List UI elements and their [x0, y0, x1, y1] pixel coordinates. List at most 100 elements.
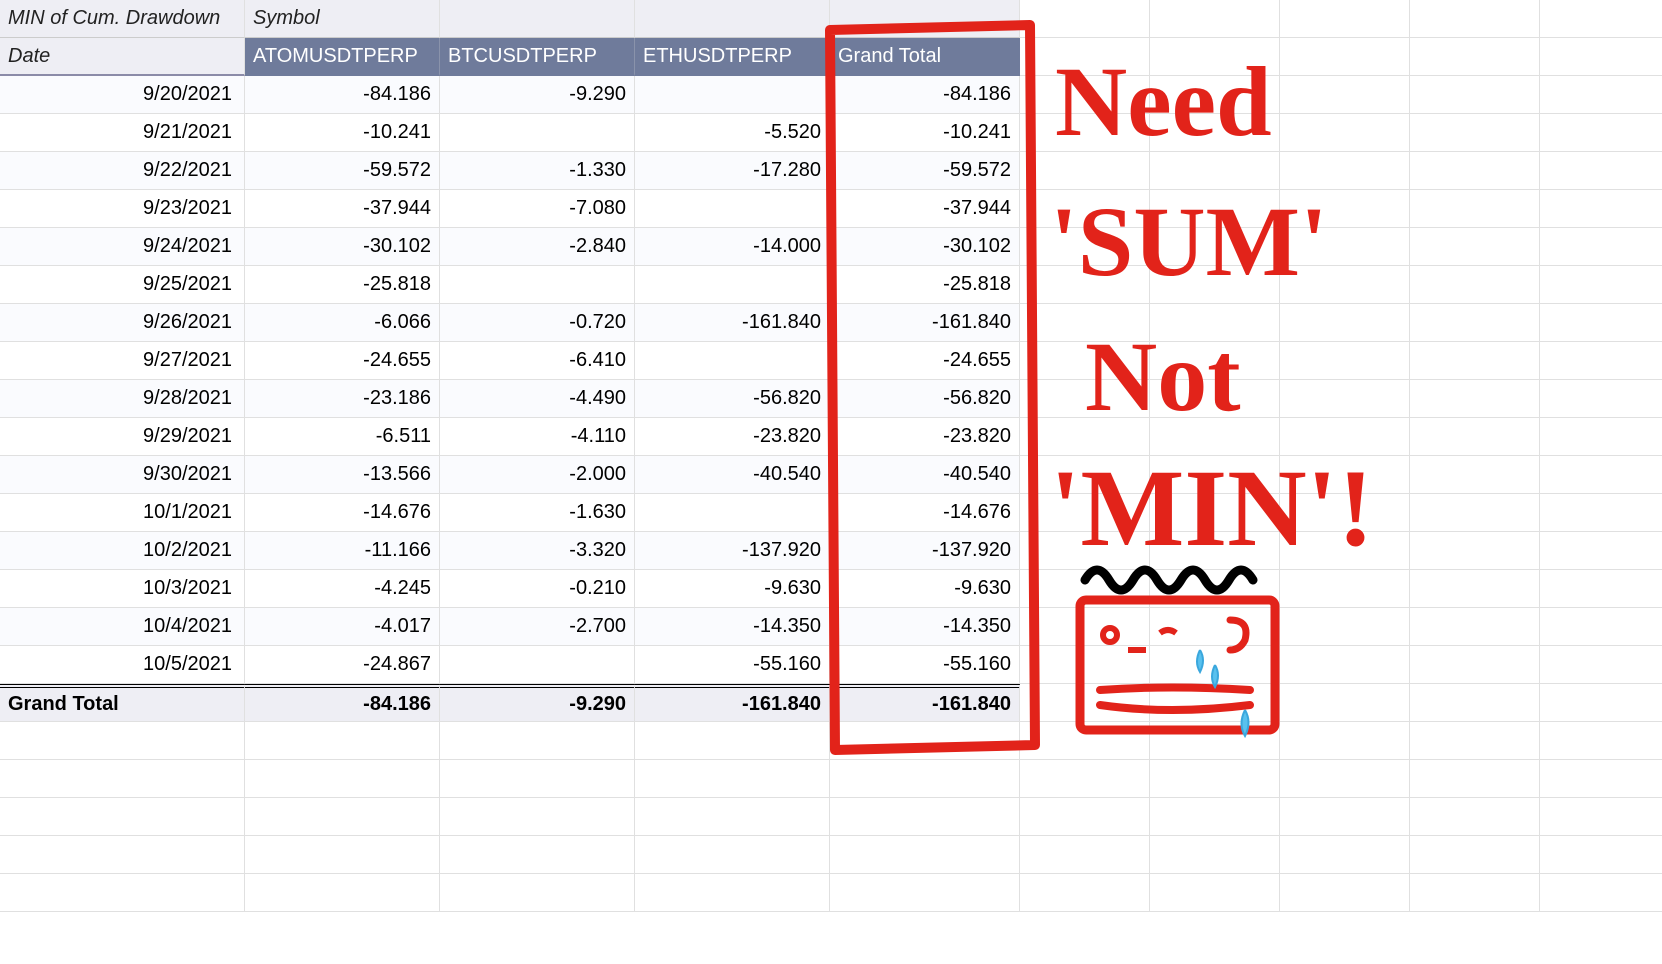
row1-blank[interactable] — [1150, 0, 1280, 38]
data-row-blank[interactable] — [1410, 76, 1540, 114]
empty-cell[interactable] — [245, 760, 440, 798]
data-row-blank[interactable] — [1150, 380, 1280, 418]
pivot-value-cell[interactable]: -55.160 — [830, 646, 1020, 684]
pivot-column-header[interactable]: BTCUSDTPERP — [440, 38, 635, 76]
data-row-blank[interactable] — [1280, 76, 1410, 114]
pivot-header-blank[interactable] — [440, 0, 635, 38]
empty-cell[interactable] — [1150, 760, 1280, 798]
pivot-value-cell[interactable]: -4.017 — [245, 608, 440, 646]
row1-blank[interactable] — [1410, 0, 1540, 38]
pivot-value-cell[interactable]: -30.102 — [830, 228, 1020, 266]
pivot-value-cell[interactable]: -4.110 — [440, 418, 635, 456]
pivot-value-cell[interactable]: -23.186 — [245, 380, 440, 418]
pivot-value-cell[interactable]: -2.840 — [440, 228, 635, 266]
pivot-value-cell[interactable]: -6.511 — [245, 418, 440, 456]
pivot-value-cell[interactable]: -59.572 — [245, 152, 440, 190]
pivot-row-date[interactable]: 10/3/2021 — [0, 570, 245, 608]
pivot-value-cell[interactable]: -23.820 — [830, 418, 1020, 456]
data-row-blank[interactable] — [1150, 342, 1280, 380]
data-row-blank[interactable] — [1020, 494, 1150, 532]
gt-row-blank[interactable] — [1540, 684, 1662, 722]
data-row-blank[interactable] — [1020, 152, 1150, 190]
data-row-blank[interactable] — [1280, 266, 1410, 304]
empty-cell[interactable] — [440, 836, 635, 874]
pivot-row-date[interactable]: 9/29/2021 — [0, 418, 245, 456]
pivot-value-cell[interactable]: -10.241 — [830, 114, 1020, 152]
pivot-value-cell[interactable]: -6.410 — [440, 342, 635, 380]
pivot-value-cell[interactable]: -24.655 — [830, 342, 1020, 380]
empty-cell[interactable] — [1540, 798, 1662, 836]
data-row-blank[interactable] — [1410, 570, 1540, 608]
empty-cell[interactable] — [1020, 722, 1150, 760]
empty-cell[interactable] — [830, 722, 1020, 760]
data-row-blank[interactable] — [1150, 646, 1280, 684]
pivot-value-cell[interactable]: -4.490 — [440, 380, 635, 418]
data-row-blank[interactable] — [1410, 304, 1540, 342]
pivot-value-cell[interactable]: -14.676 — [245, 494, 440, 532]
pivot-value-cell[interactable]: -9.630 — [830, 570, 1020, 608]
pivot-value-cell[interactable]: -1.330 — [440, 152, 635, 190]
data-row-blank[interactable] — [1540, 190, 1662, 228]
data-row-blank[interactable] — [1280, 228, 1410, 266]
pivot-row-date[interactable]: 10/2/2021 — [0, 532, 245, 570]
pivot-grand-total-value[interactable]: -161.840 — [830, 684, 1020, 722]
pivot-grand-total-value[interactable]: -9.290 — [440, 684, 635, 722]
data-row-blank[interactable] — [1280, 456, 1410, 494]
empty-cell[interactable] — [635, 798, 830, 836]
pivot-row-date[interactable]: 10/5/2021 — [0, 646, 245, 684]
empty-cell[interactable] — [1280, 760, 1410, 798]
data-row-blank[interactable] — [1020, 646, 1150, 684]
data-row-blank[interactable] — [1410, 532, 1540, 570]
pivot-row-date[interactable]: 9/27/2021 — [0, 342, 245, 380]
empty-cell[interactable] — [440, 874, 635, 912]
row1-blank[interactable] — [1540, 0, 1662, 38]
pivot-value-cell[interactable]: -137.920 — [830, 532, 1020, 570]
empty-cell[interactable] — [1150, 836, 1280, 874]
pivot-header-blank[interactable] — [635, 0, 830, 38]
row2-blank[interactable] — [1410, 38, 1540, 76]
pivot-column-header[interactable]: ATOMUSDTPERP — [245, 38, 440, 76]
pivot-row-date[interactable]: 10/4/2021 — [0, 608, 245, 646]
gt-row-blank[interactable] — [1020, 684, 1150, 722]
pivot-value-cell[interactable]: -5.520 — [635, 114, 830, 152]
data-row-blank[interactable] — [1540, 646, 1662, 684]
data-row-blank[interactable] — [1020, 266, 1150, 304]
data-row-blank[interactable] — [1150, 494, 1280, 532]
pivot-value-cell[interactable]: -14.350 — [635, 608, 830, 646]
data-row-blank[interactable] — [1020, 304, 1150, 342]
pivot-row-date[interactable]: 9/26/2021 — [0, 304, 245, 342]
pivot-row-date[interactable]: 9/25/2021 — [0, 266, 245, 304]
data-row-blank[interactable] — [1020, 76, 1150, 114]
empty-cell[interactable] — [635, 722, 830, 760]
data-row-blank[interactable] — [1540, 76, 1662, 114]
data-row-blank[interactable] — [1280, 646, 1410, 684]
data-row-blank[interactable] — [1280, 532, 1410, 570]
data-row-blank[interactable] — [1150, 608, 1280, 646]
gt-row-blank[interactable] — [1410, 684, 1540, 722]
data-row-blank[interactable] — [1150, 570, 1280, 608]
pivot-value-cell[interactable]: -30.102 — [245, 228, 440, 266]
empty-cell[interactable] — [1410, 760, 1540, 798]
gt-row-blank[interactable] — [1280, 684, 1410, 722]
empty-cell[interactable] — [245, 798, 440, 836]
pivot-value-cell[interactable] — [440, 646, 635, 684]
empty-cell[interactable] — [1410, 722, 1540, 760]
pivot-value-cell[interactable]: -0.210 — [440, 570, 635, 608]
empty-cell[interactable] — [1020, 874, 1150, 912]
pivot-value-cell[interactable]: -59.572 — [830, 152, 1020, 190]
empty-cell[interactable] — [635, 836, 830, 874]
data-row-blank[interactable] — [1410, 608, 1540, 646]
pivot-value-cell[interactable]: -14.676 — [830, 494, 1020, 532]
empty-cell[interactable] — [0, 874, 245, 912]
empty-cell[interactable] — [1280, 798, 1410, 836]
pivot-column-header[interactable]: ETHUSDTPERP — [635, 38, 830, 76]
data-row-blank[interactable] — [1540, 228, 1662, 266]
data-row-blank[interactable] — [1410, 456, 1540, 494]
pivot-value-cell[interactable]: -3.320 — [440, 532, 635, 570]
data-row-blank[interactable] — [1410, 342, 1540, 380]
pivot-value-cell[interactable]: -2.700 — [440, 608, 635, 646]
pivot-value-cell[interactable]: -137.920 — [635, 532, 830, 570]
empty-cell[interactable] — [1020, 836, 1150, 874]
empty-cell[interactable] — [440, 722, 635, 760]
pivot-value-cell[interactable] — [635, 190, 830, 228]
